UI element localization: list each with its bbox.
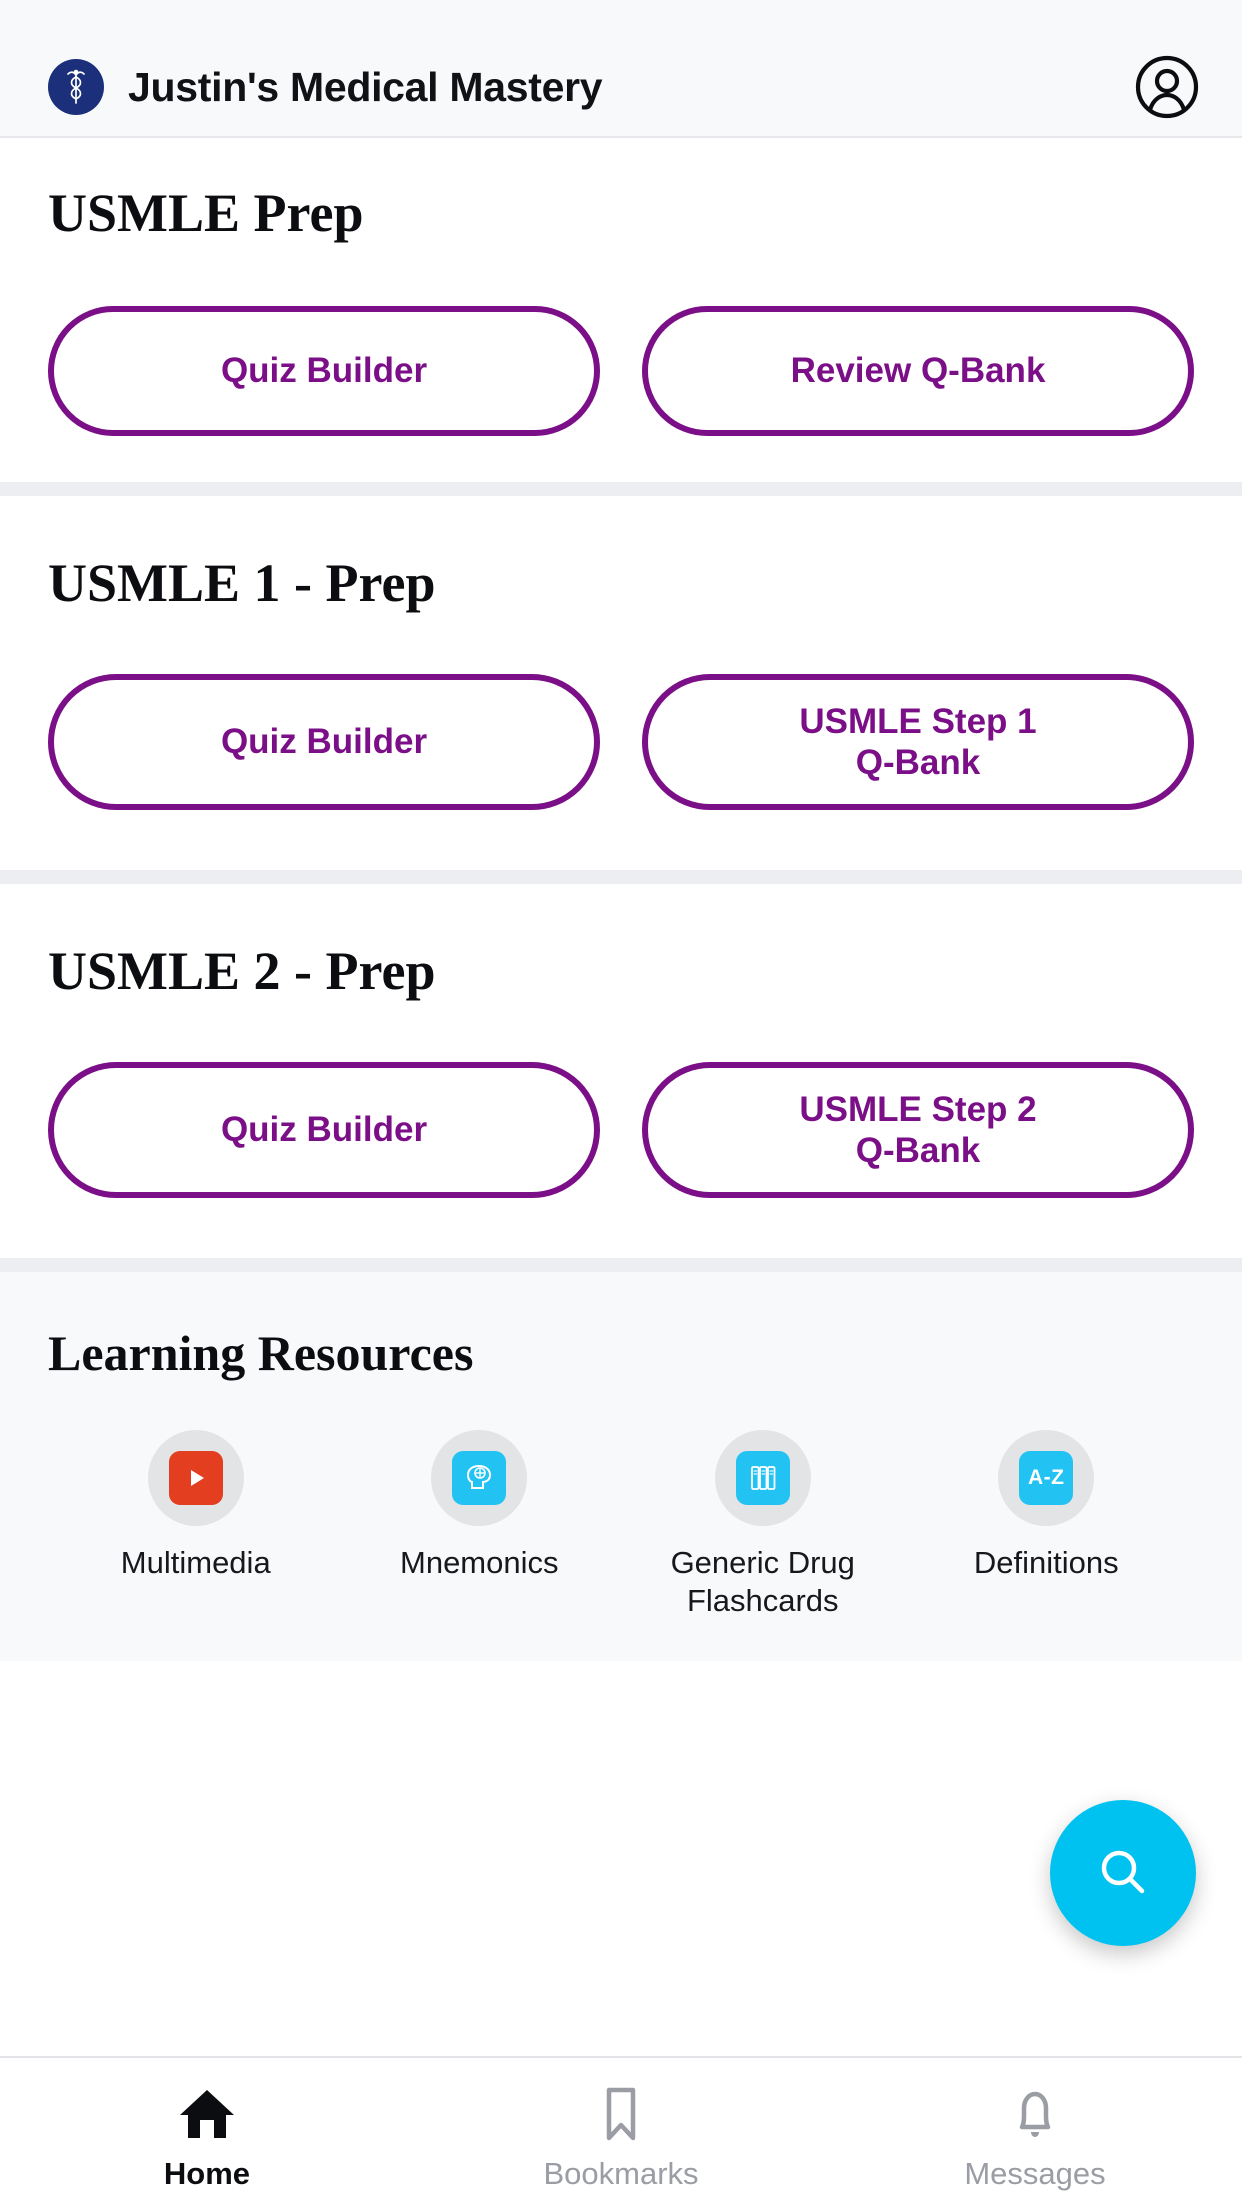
play-video-icon bbox=[168, 1451, 223, 1505]
search-icon bbox=[1101, 1850, 1145, 1894]
search-fab-button[interactable] bbox=[1050, 1800, 1196, 1946]
nav-item-messages[interactable]: Messages bbox=[828, 2084, 1242, 2192]
resource-label: Definitions bbox=[973, 1545, 1119, 1580]
nav-item-bookmarks[interactable]: Bookmarks bbox=[414, 2084, 828, 2192]
button-row-usmle-prep: Quiz Builder Review Q-Bank bbox=[48, 306, 1194, 436]
section-title-learning-resources: Learning Resources bbox=[48, 1325, 474, 1381]
app-screen: Justin's Medical Mastery USMLE Prep Quiz… bbox=[0, 0, 1242, 2208]
section-title-usmle-prep: USMLE Prep bbox=[48, 183, 364, 243]
nav-label: Messages bbox=[964, 2156, 1106, 2191]
resource-badge bbox=[147, 1430, 244, 1526]
bookmark-icon bbox=[606, 2087, 636, 2141]
resource-item-definitions[interactable]: A-Z Definitions bbox=[905, 1430, 1189, 1621]
quiz-builder-button-step2[interactable]: Quiz Builder bbox=[48, 1062, 600, 1198]
app-title: Justin's Medical Mastery bbox=[128, 63, 603, 110]
nav-label: Bookmarks bbox=[543, 2156, 699, 2191]
usmle-step-2-qbank-button[interactable]: USMLE Step 2 Q-Bank bbox=[642, 1062, 1194, 1198]
section-usmle-2-prep: USMLE 2 - Prep Quiz Builder USMLE Step 2… bbox=[0, 884, 1242, 1258]
button-row-usmle-1: Quiz Builder USMLE Step 1 Q-Bank bbox=[48, 674, 1194, 810]
section-title-usmle-1: USMLE 1 - Prep bbox=[48, 553, 436, 613]
section-learning-resources: Learning Resources Multimedia Mnemonics … bbox=[0, 1272, 1242, 1661]
status-bar bbox=[0, 0, 1242, 38]
quiz-builder-button-step1[interactable]: Quiz Builder bbox=[48, 674, 600, 810]
resource-label: Generic Drug Flashcards bbox=[670, 1545, 855, 1619]
resource-badge: A-Z bbox=[998, 1430, 1095, 1526]
resource-label: Multimedia bbox=[120, 1545, 271, 1580]
section-divider bbox=[0, 1258, 1242, 1272]
nav-label: Home bbox=[163, 2156, 251, 2191]
button-row-usmle-2: Quiz Builder USMLE Step 2 Q-Bank bbox=[48, 1062, 1194, 1198]
section-divider bbox=[0, 482, 1242, 496]
resource-badge bbox=[714, 1430, 811, 1526]
resource-label: Mnemonics bbox=[400, 1545, 559, 1580]
home-icon bbox=[180, 2090, 234, 2138]
nav-item-home[interactable]: Home bbox=[0, 2084, 414, 2192]
book-spines-icon bbox=[735, 1451, 790, 1505]
review-qbank-button[interactable]: Review Q-Bank bbox=[642, 306, 1194, 436]
section-usmle-1-prep: USMLE 1 - Prep Quiz Builder USMLE Step 1… bbox=[0, 496, 1242, 870]
resource-grid: Multimedia Mnemonics Generic Drug Flashc… bbox=[48, 1430, 1194, 1621]
section-title-usmle-2: USMLE 2 - Prep bbox=[48, 941, 436, 1001]
resource-item-generic-drug-flashcards[interactable]: Generic Drug Flashcards bbox=[621, 1430, 905, 1621]
a-z-icon: A-Z bbox=[1019, 1451, 1074, 1505]
quiz-builder-button[interactable]: Quiz Builder bbox=[48, 306, 600, 436]
caduceus-icon bbox=[48, 59, 104, 115]
resource-item-mnemonics[interactable]: Mnemonics bbox=[338, 1430, 622, 1621]
app-header: Justin's Medical Mastery bbox=[0, 38, 1242, 138]
usmle-step-1-qbank-button[interactable]: USMLE Step 1 Q-Bank bbox=[642, 674, 1194, 810]
account-circle-icon[interactable] bbox=[1134, 54, 1200, 120]
section-divider bbox=[0, 870, 1242, 884]
brand-block: Justin's Medical Mastery bbox=[48, 59, 1134, 115]
resource-item-multimedia[interactable]: Multimedia bbox=[54, 1430, 338, 1621]
brain-head-icon bbox=[452, 1451, 507, 1505]
bottom-navigation: Home Bookmarks Messages bbox=[0, 2056, 1242, 2208]
resource-badge bbox=[431, 1430, 528, 1526]
section-usmle-prep: USMLE Prep Quiz Builder Review Q-Bank bbox=[0, 138, 1242, 482]
bell-icon bbox=[1019, 2091, 1051, 2137]
